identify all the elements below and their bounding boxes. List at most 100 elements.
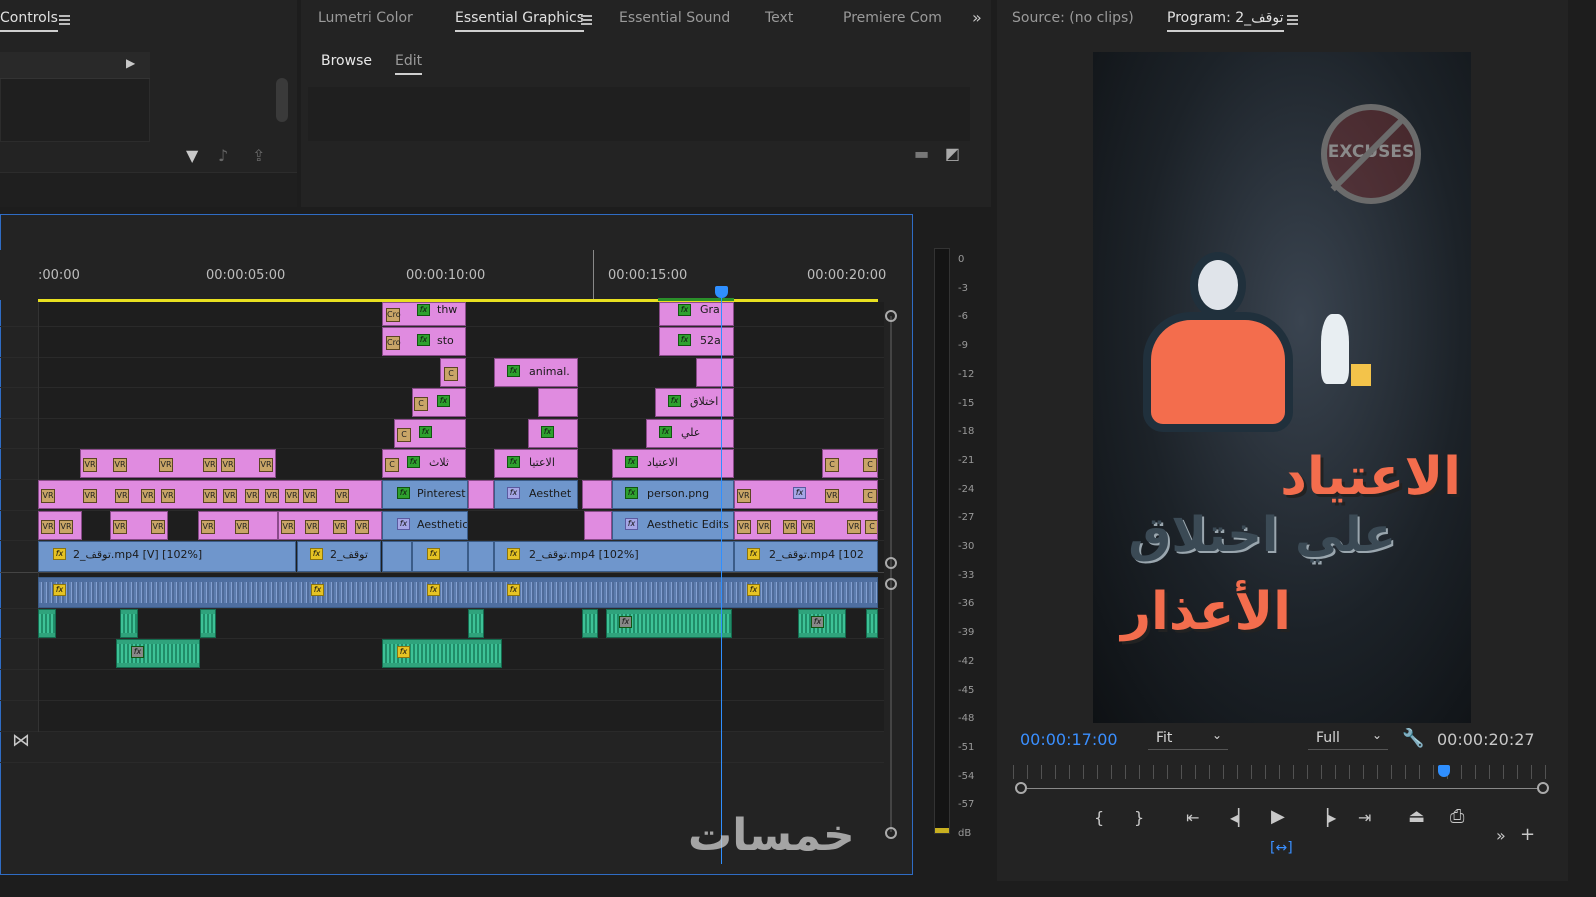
new-layer-icon[interactable]: ◩: [945, 144, 960, 163]
playhead-handle[interactable]: [715, 286, 728, 298]
timeline-clip[interactable]: fx توقف_2: [297, 541, 381, 572]
monitor-ruler[interactable]: [1013, 765, 1548, 779]
timeline-clip[interactable]: Cfx ثلاث: [382, 449, 466, 478]
tab-source-monitor[interactable]: Source: (no clips): [1012, 10, 1134, 26]
timeline-clip[interactable]: [468, 541, 494, 572]
timeline-clip[interactable]: [696, 358, 734, 387]
timeline-clip[interactable]: [538, 388, 578, 417]
audio-clip[interactable]: [866, 609, 878, 638]
tab-program-monitor[interactable]: Program: توقف_2: [1167, 10, 1284, 32]
timeline-clip[interactable]: fx: [528, 419, 578, 448]
timeline-clip[interactable]: fx: [412, 541, 468, 572]
timeline-clip[interactable]: fx الاعتيا: [494, 449, 578, 478]
timeline-clip[interactable]: fx 52a: [659, 327, 734, 356]
extract-icon[interactable]: ⎙: [1450, 806, 1464, 827]
timeline-clip[interactable]: fx توقف_2.mp4 [102%]: [494, 541, 734, 572]
mark-in-icon[interactable]: {: [1094, 808, 1104, 827]
timeline-clip[interactable]: fx Pinterest: [382, 480, 468, 509]
panel-menu-icon[interactable]: [59, 15, 70, 25]
audio-clip[interactable]: fx: [798, 609, 846, 638]
scroll-handle[interactable]: [885, 827, 897, 839]
vr-toggle-icon[interactable]: [↔]: [1270, 840, 1293, 856]
audio-clip[interactable]: fx: [382, 639, 502, 668]
tab-premiere-composer[interactable]: Premiere Compo: [843, 10, 943, 26]
timeline-clip[interactable]: Cfx: [394, 419, 466, 448]
audio-clip[interactable]: fx: [606, 609, 732, 638]
program-video-frame[interactable]: EXCUSES الاعتياد علي اختلاق الأعذار: [1093, 52, 1471, 723]
wrench-icon[interactable]: 🔧: [1402, 728, 1424, 749]
timeline-clip[interactable]: Cro fx thw: [382, 302, 466, 326]
export-icon[interactable]: ⇪: [252, 146, 265, 165]
step-forward-icon[interactable]: ▕▸: [1316, 808, 1336, 827]
monitor-playhead[interactable]: [1438, 765, 1450, 777]
timeline-clip[interactable]: Cfx: [412, 388, 466, 417]
scroll-handle[interactable]: [885, 578, 897, 590]
mark-out-icon[interactable]: }: [1134, 808, 1144, 827]
timeline-clip[interactable]: fx اختلاق: [655, 388, 734, 417]
audio-clip[interactable]: [38, 609, 56, 638]
folder-icon[interactable]: ▬: [914, 144, 929, 163]
tab-lumetri-color[interactable]: Lumetri Color: [318, 10, 413, 26]
timeline-clip[interactable]: VR VR: [38, 511, 82, 540]
playhead-line[interactable]: [721, 292, 722, 864]
timeline-clip[interactable]: VR VR: [198, 511, 278, 540]
vertical-scrollbar[interactable]: [276, 78, 288, 122]
tab-essential-sound[interactable]: Essential Sound: [619, 10, 730, 26]
step-back-icon[interactable]: ◂▏: [1230, 808, 1250, 827]
audio-clip[interactable]: fx fx fx fx fx: [38, 577, 878, 608]
resolution-dropdown[interactable]: Full ⌄: [1308, 728, 1388, 750]
tab-essential-graphics[interactable]: Essential Graphics: [455, 10, 585, 32]
tab-effect-controls[interactable]: Controls: [0, 10, 58, 32]
audio-clip[interactable]: fx: [116, 639, 200, 668]
current-timecode[interactable]: 00:00:17:00: [1020, 730, 1118, 749]
timeline-clip[interactable]: fx الاعتياد: [612, 449, 734, 478]
timeline-clip[interactable]: VR VR: [110, 511, 168, 540]
panel-menu-icon[interactable]: [581, 15, 592, 25]
zoom-bar[interactable]: [1020, 788, 1544, 789]
timeline-clip[interactable]: fx Aesthet: [494, 480, 578, 509]
timeline-clip[interactable]: fx توقف_2.mp4 [V] [102%]: [38, 541, 296, 572]
audio-clip[interactable]: [468, 609, 484, 638]
play-icon[interactable]: ▶: [1271, 806, 1285, 827]
scroll-handle[interactable]: [885, 557, 897, 569]
panel-menu-icon[interactable]: [1287, 15, 1298, 25]
tab-browse[interactable]: Browse: [321, 53, 372, 73]
audio-clip[interactable]: [200, 609, 216, 638]
lift-icon[interactable]: ⏏: [1408, 806, 1425, 827]
go-to-in-icon[interactable]: ⇤: [1186, 808, 1199, 827]
timeline-clip[interactable]: VR VR VR VR VR VR VR VR VR VR VR VR: [38, 480, 382, 509]
zoom-handle-right[interactable]: [1537, 782, 1549, 794]
timeline-clip[interactable]: fx توقف_2.mp4 [102: [734, 541, 878, 572]
timeline-clip[interactable]: VR VR VR VR VR C: [734, 511, 878, 540]
timeline-clip[interactable]: fx Gra: [659, 302, 734, 326]
timeline-clip[interactable]: C: [440, 358, 466, 387]
audio-clip[interactable]: [120, 609, 138, 638]
more-buttons-icon[interactable]: »: [1496, 826, 1506, 845]
zoom-fit-icon[interactable]: ⋈: [12, 730, 30, 751]
timeline-clip[interactable]: Cro fx sto: [382, 327, 466, 356]
timeline-vertical-scrollbar[interactable]: [890, 316, 892, 832]
zoom-dropdown[interactable]: Fit ⌄: [1148, 728, 1228, 750]
timeline-clip[interactable]: [584, 511, 612, 540]
audio-clip[interactable]: [582, 609, 598, 638]
timeline-clip[interactable]: [582, 480, 612, 509]
zoom-handle-left[interactable]: [1015, 782, 1027, 794]
timeline-clip[interactable]: [382, 541, 412, 572]
filter-icon[interactable]: ▼: [186, 146, 198, 165]
timeline-clip[interactable]: fx Aesthetic: [382, 511, 468, 540]
add-button-icon[interactable]: +: [1520, 824, 1535, 845]
audio-icon[interactable]: ♪: [218, 146, 228, 165]
tab-text[interactable]: Text: [765, 10, 793, 26]
timeline-clip[interactable]: [468, 480, 494, 509]
timeline-clip[interactable]: VR VR VR VR: [278, 511, 382, 540]
timeline-clip[interactable]: VR fx VR C: [734, 480, 878, 509]
timeline-clip[interactable]: fx person.png: [612, 480, 734, 509]
timeline-clip[interactable]: CC: [822, 449, 878, 478]
scroll-handle[interactable]: [885, 310, 897, 322]
go-to-out-icon[interactable]: ⇥: [1358, 808, 1371, 827]
play-triangle-icon[interactable]: ▶: [126, 56, 135, 70]
more-panels-icon[interactable]: »: [972, 8, 982, 27]
timeline-clip[interactable]: fx animal.: [494, 358, 578, 387]
tab-edit[interactable]: Edit: [395, 53, 423, 75]
timeline-clip[interactable]: VR VR VR VR VR VR: [80, 449, 276, 478]
